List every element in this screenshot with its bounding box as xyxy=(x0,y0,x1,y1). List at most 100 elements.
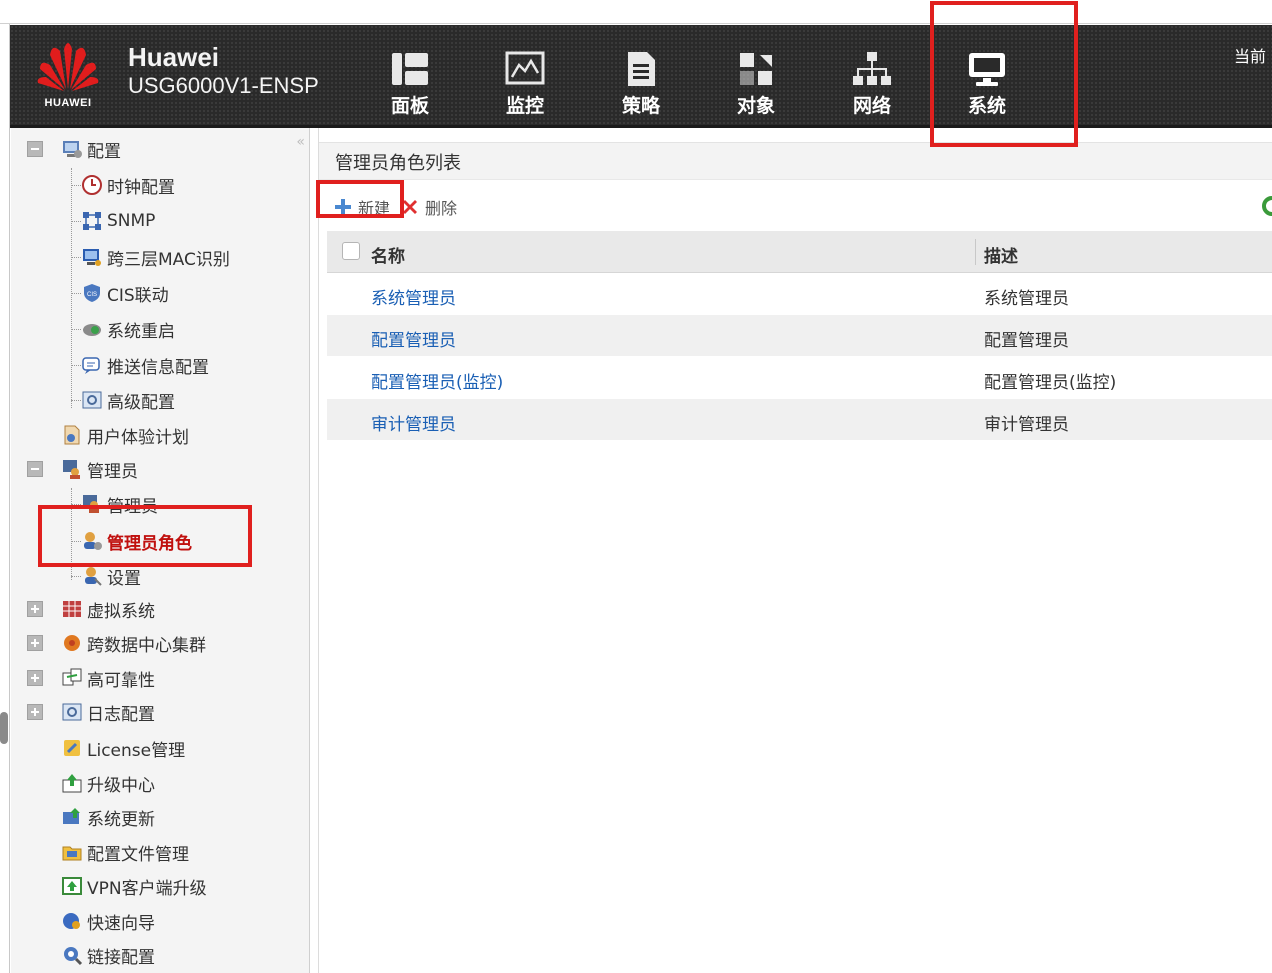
collapse-toggle-icon[interactable] xyxy=(27,461,43,477)
nav-monitor[interactable]: 监控 xyxy=(485,49,565,118)
scroll-grip[interactable] xyxy=(0,712,8,744)
tree-node-advanced-config[interactable]: 高级配置 xyxy=(81,383,175,417)
role-desc: 配置管理员(监控) xyxy=(984,373,1117,393)
column-header-desc[interactable]: 描述 xyxy=(984,242,1018,267)
restart-icon xyxy=(83,324,101,336)
tree-node-config[interactable]: 配置 xyxy=(27,132,121,166)
tree-node-admin[interactable]: 管理员 xyxy=(27,452,138,486)
column-header-name[interactable]: 名称 xyxy=(371,242,405,267)
tree-node-cluster[interactable]: 跨数据中心集群 xyxy=(27,626,206,660)
tree-line xyxy=(71,185,81,186)
upgrade-center-icon xyxy=(62,774,82,793)
column-separator[interactable] xyxy=(975,239,976,265)
tree-node-push-message[interactable]: 推送信息配置 xyxy=(81,348,209,382)
tree-node-config-file[interactable]: 配置文件管理 xyxy=(61,835,189,869)
tree-node-vpn-client[interactable]: VPN客户端升级 xyxy=(61,869,207,903)
advanced-config-icon xyxy=(82,391,102,409)
nav-policy[interactable]: 策略 xyxy=(601,49,681,118)
tree-node-quick-wizard[interactable]: 快速向导 xyxy=(61,904,155,938)
tree-line xyxy=(71,293,81,294)
browser-top-strip xyxy=(0,0,1272,24)
policy-document-icon xyxy=(628,52,655,86)
tree-label: 高级配置 xyxy=(107,392,175,413)
expand-toggle-icon[interactable] xyxy=(27,635,43,651)
role-desc: 系统管理员 xyxy=(984,289,1069,309)
device-model: USG6000V1-ENSP xyxy=(128,73,319,98)
tree-label: CIS联动 xyxy=(107,285,169,306)
tree-label: VPN客户端升级 xyxy=(87,878,207,899)
tree-node-upgrade-center[interactable]: 升级中心 xyxy=(61,766,155,800)
delete-button-label: 删除 xyxy=(425,199,458,218)
tree-line xyxy=(71,168,72,408)
tree-node-license[interactable]: License管理 xyxy=(61,731,185,765)
tree-node-link-config[interactable]: 链接配置 xyxy=(61,938,155,972)
table-row[interactable]: 配置管理员 配置管理员 xyxy=(327,315,1272,357)
license-icon xyxy=(64,740,80,756)
cluster-icon xyxy=(64,635,80,651)
settings-user-icon xyxy=(85,567,102,586)
monitor-chart-icon xyxy=(505,51,545,85)
tree-label: 管理员 xyxy=(87,461,138,482)
delete-button[interactable]: 删除 xyxy=(400,195,457,219)
role-name-link[interactable]: 审计管理员 xyxy=(371,410,456,435)
nav-network[interactable]: 网络 xyxy=(832,49,912,118)
tree-label: 系统更新 xyxy=(87,809,155,830)
role-desc: 配置管理员 xyxy=(984,331,1069,351)
tree-label: 链接配置 xyxy=(87,947,155,968)
tree-label: 设置 xyxy=(107,568,141,589)
tree-label: 推送信息配置 xyxy=(107,357,209,378)
page-title: 管理员角色列表 xyxy=(335,153,461,174)
tree-label: 用户体验计划 xyxy=(87,427,189,448)
tree-node-system-update[interactable]: 系统更新 xyxy=(61,800,155,834)
table-row[interactable]: 审计管理员 审计管理员 xyxy=(327,399,1272,441)
tree-label: 配置 xyxy=(87,141,121,162)
tree-node-cis[interactable]: CIS CIS联动 xyxy=(81,276,169,310)
nav-object[interactable]: 对象 xyxy=(716,49,796,118)
expand-toggle-icon[interactable] xyxy=(27,704,43,720)
main-content: 管理员角色列表 新建 删除 名称 描述 系统管理员 系统管理员 配置管理员 配置… xyxy=(318,128,1272,973)
tree-node-user-experience[interactable]: 用户体验计划 xyxy=(61,418,189,452)
tree-node-snmp[interactable]: SNMP xyxy=(81,204,155,238)
role-table: 名称 描述 系统管理员 系统管理员 配置管理员 配置管理员 配置管理员(监控) … xyxy=(327,231,1272,441)
expand-toggle-icon[interactable] xyxy=(27,601,43,617)
collapse-sidebar-icon[interactable]: « xyxy=(296,134,305,150)
tree-line xyxy=(71,221,81,222)
tree-line xyxy=(71,365,81,366)
dashboard-icon xyxy=(392,53,428,85)
tree-label: License管理 xyxy=(87,740,186,761)
role-name-link[interactable]: 系统管理员 xyxy=(371,284,456,309)
log-config-icon xyxy=(62,703,82,721)
tree-label: 升级中心 xyxy=(87,775,155,796)
refresh-icon[interactable] xyxy=(1260,196,1272,216)
high-availability-icon xyxy=(62,668,82,686)
tree-line xyxy=(71,257,81,258)
nav-dashboard[interactable]: 面板 xyxy=(370,49,450,118)
tree-node-mac-identify[interactable]: 跨三层MAC识别 xyxy=(81,240,230,274)
highlight-box-system-nav xyxy=(930,1,1078,147)
mac-identify-icon xyxy=(83,249,101,266)
collapse-toggle-icon[interactable] xyxy=(27,141,43,157)
tree-node-log-config[interactable]: 日志配置 xyxy=(27,695,155,729)
tree-line xyxy=(71,576,81,577)
config-file-icon xyxy=(62,846,82,861)
tree-node-virtual-system[interactable]: 虚拟系统 xyxy=(27,592,155,626)
select-all-checkbox[interactable] xyxy=(342,242,360,260)
left-edge-strip xyxy=(0,24,10,973)
expand-toggle-icon[interactable] xyxy=(27,670,43,686)
tree-label: 日志配置 xyxy=(87,704,155,725)
clock-icon xyxy=(82,175,102,195)
tree-node-restart[interactable]: 系统重启 xyxy=(81,312,175,346)
current-user-text: 当前 xyxy=(1234,47,1267,66)
role-name-link[interactable]: 配置管理员(监控) xyxy=(371,368,503,393)
table-row[interactable]: 系统管理员 系统管理员 xyxy=(327,273,1272,315)
role-name-link[interactable]: 配置管理员 xyxy=(371,326,456,351)
role-desc: 审计管理员 xyxy=(984,415,1069,435)
tree-node-clock[interactable]: 时钟配置 xyxy=(81,168,175,202)
table-row[interactable]: 配置管理员(监控) 配置管理员(监控) xyxy=(327,357,1272,399)
network-icon xyxy=(853,52,891,85)
nav-label: 面板 xyxy=(390,95,429,117)
huawei-flower-icon xyxy=(37,43,99,91)
tree-node-high-availability[interactable]: 高可靠性 xyxy=(27,661,155,695)
logo-text: HUAWEI xyxy=(44,97,92,109)
system-update-icon xyxy=(63,808,80,824)
